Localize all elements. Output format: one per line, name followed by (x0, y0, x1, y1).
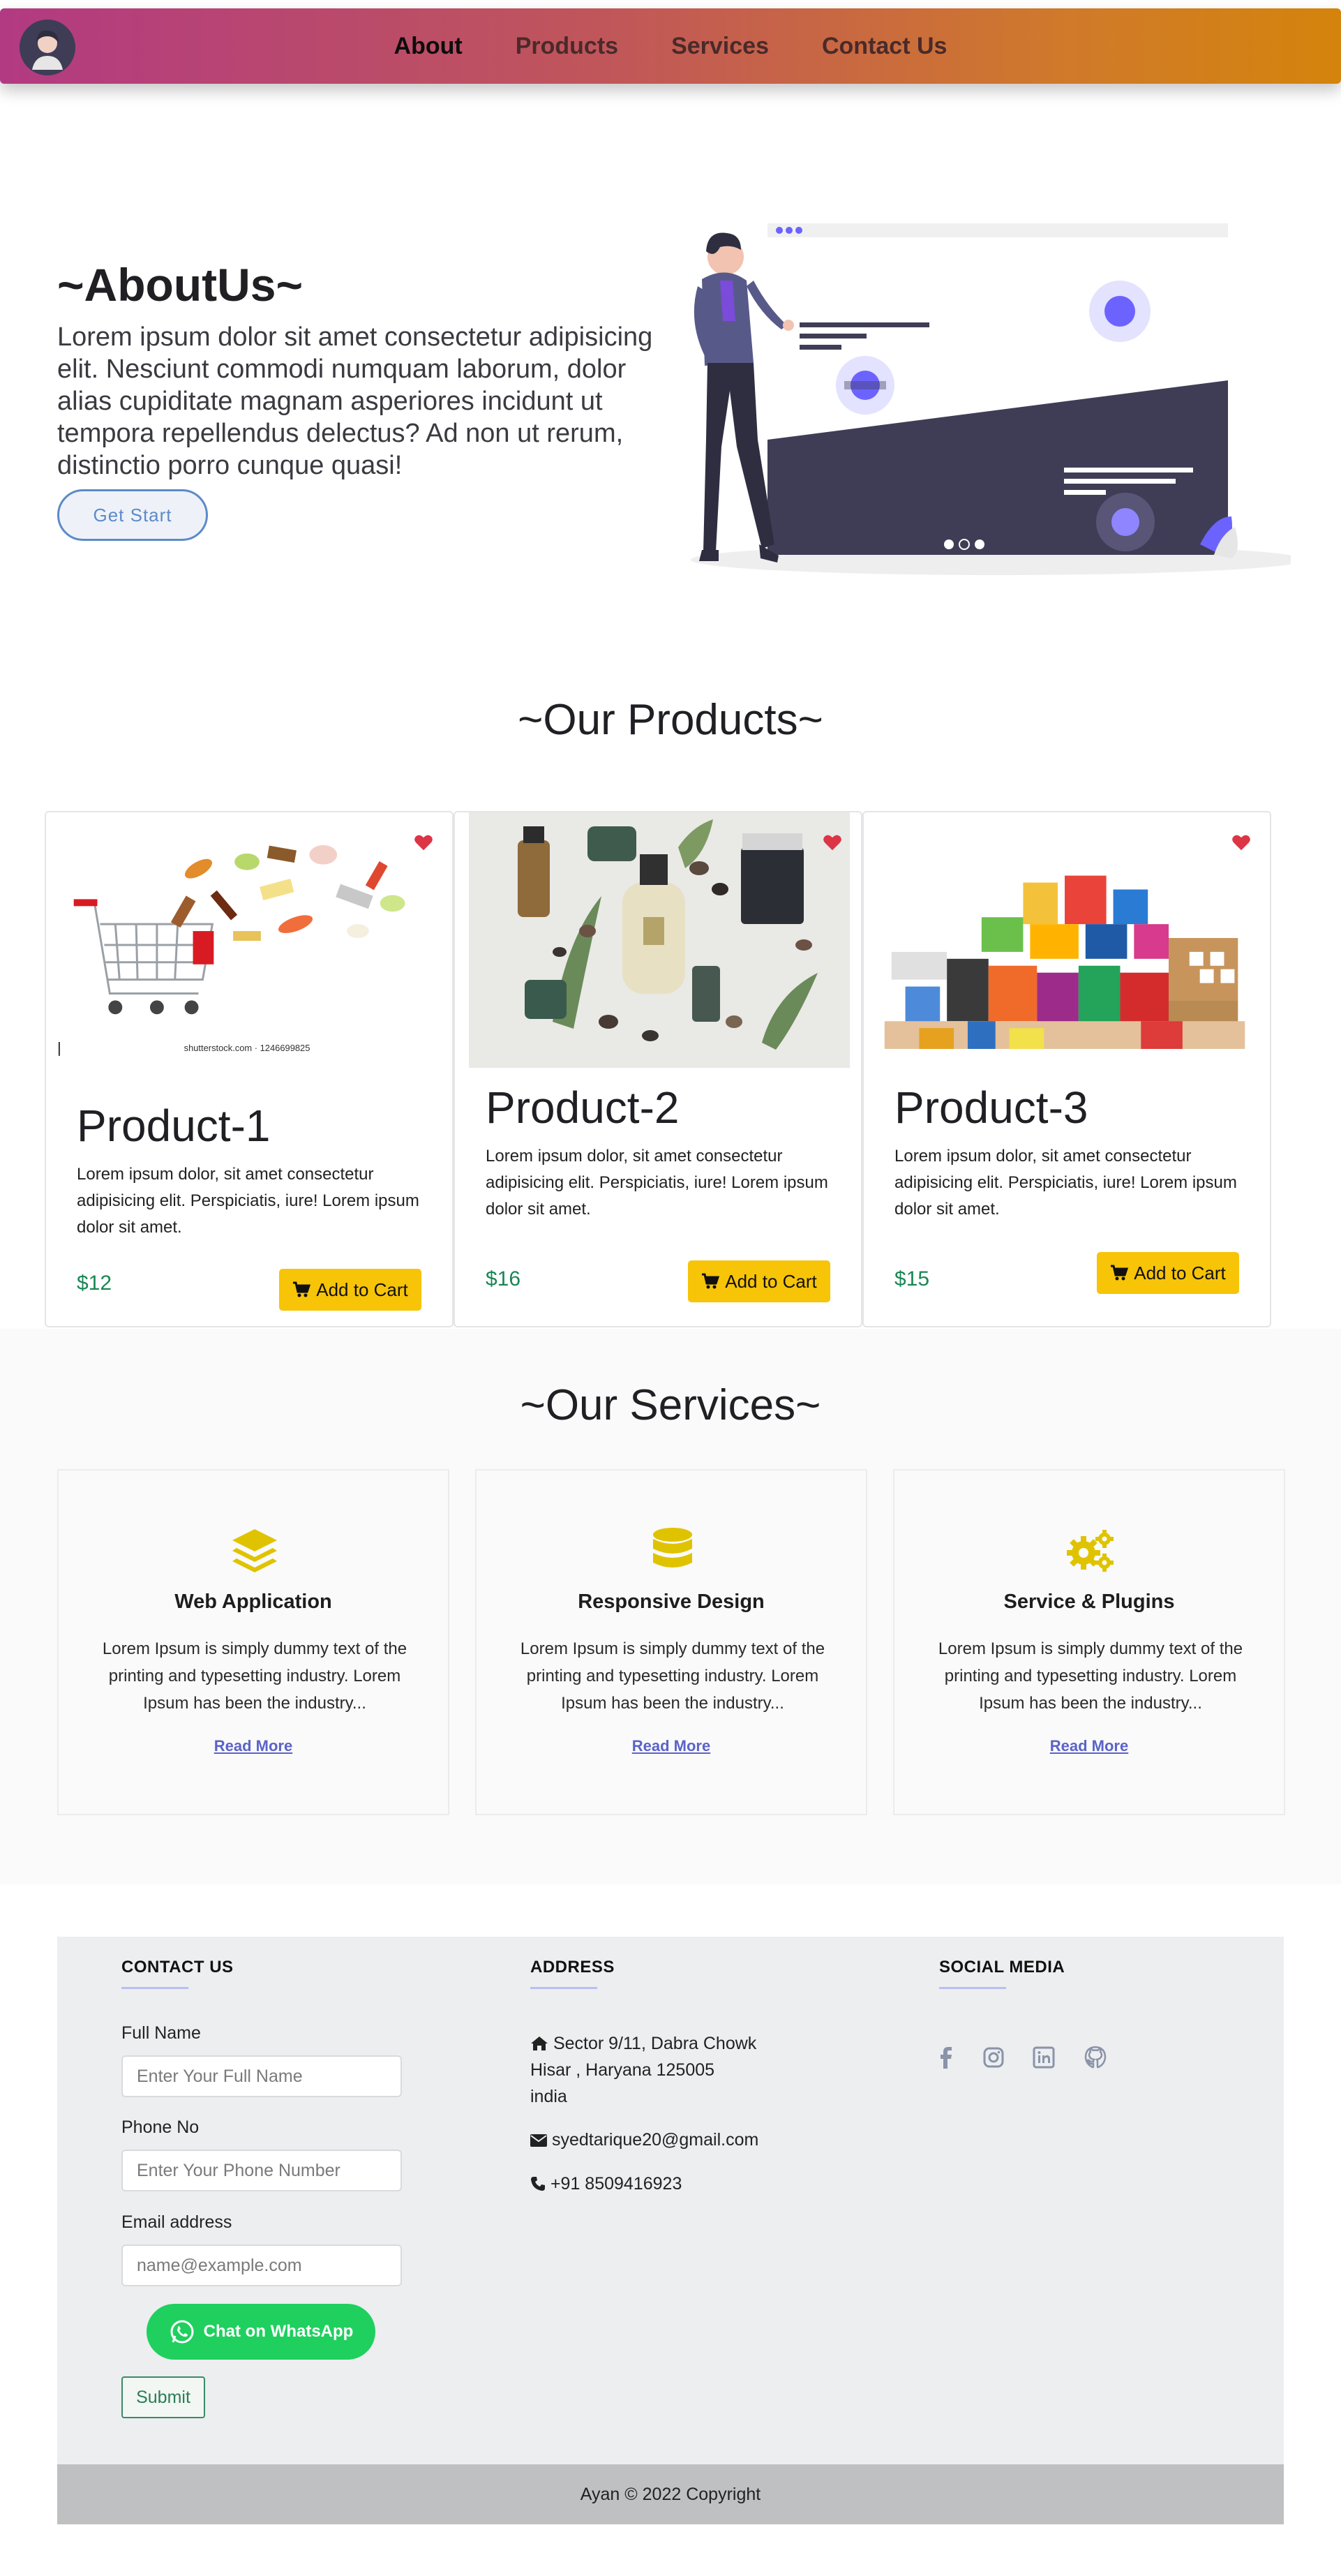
product-name: Product-1 (77, 1101, 271, 1151)
address-heading: ADDRESS (530, 1958, 615, 1976)
footer: CONTACT US ADDRESS SOCIAL MEDIA (57, 1937, 1284, 2464)
service-description: Lorem Ipsum is simply dummy text of the … (938, 1639, 1243, 1713)
github-icon[interactable] (1083, 2045, 1108, 2070)
full-name-input[interactable] (121, 2055, 402, 2097)
nav-about[interactable]: About (368, 33, 489, 60)
envelope-icon (530, 2134, 547, 2147)
gears-icon (1067, 1530, 1114, 1572)
nav-products[interactable]: Products (489, 33, 645, 60)
navbar: About Products Services Contact Us (0, 8, 1341, 84)
get-start-button[interactable]: Get Start (57, 489, 208, 541)
product-image-cart: shutterstock.com · 1246699825 (46, 813, 452, 1067)
email-text: syedtarique20@gmail.com (551, 2130, 759, 2150)
product-price: $12 (77, 1272, 112, 1295)
about-title: ~AboutUs~ (57, 259, 304, 311)
add-to-cart-label: Add to Cart (725, 1270, 817, 1292)
product-name: Product-3 (894, 1082, 1088, 1133)
phone-label: Phone No (121, 2117, 200, 2137)
services-title: ~Our Services~ (520, 1381, 821, 1429)
favorite-heart-icon[interactable] (822, 832, 843, 853)
product-price: $15 (894, 1267, 930, 1290)
cart-icon (293, 1281, 311, 1297)
nav-contact[interactable]: Contact Us (795, 33, 973, 60)
cart-icon (702, 1273, 720, 1289)
email-label: Email address (121, 2212, 232, 2232)
address-phone: +91 8509416923 (530, 2171, 682, 2197)
address-line-2: Hisar , Haryana 125005 (530, 2060, 715, 2080)
product-card-1: shutterstock.com · 1246699825 Product-1 … (45, 811, 454, 1327)
whatsapp-label: Chat on WhatsApp (203, 2322, 354, 2341)
service-title: Responsive Design (578, 1591, 765, 1613)
address-line-3: india (530, 2087, 567, 2106)
email-input[interactable] (121, 2244, 402, 2286)
about-illustration (691, 223, 1291, 575)
product-name: Product-2 (486, 1082, 680, 1133)
layers-icon (232, 1529, 277, 1572)
database-icon (653, 1528, 692, 1568)
product-description: Lorem ipsum dolor, sit amet consectetur … (77, 1165, 419, 1237)
add-to-cart-label: Add to Cart (1134, 1262, 1226, 1283)
service-title: Web Application (174, 1591, 332, 1613)
product-description: Lorem ipsum dolor, sit amet consectetur … (894, 1147, 1237, 1219)
image-watermark: shutterstock.com · 1246699825 (184, 1043, 310, 1053)
add-to-cart-button[interactable]: Add to Cart (688, 1260, 830, 1302)
submit-button[interactable]: Submit (121, 2376, 205, 2418)
favorite-heart-icon[interactable] (1231, 832, 1252, 853)
address-line-1: Sector 9/11, Dabra Chowk (553, 2034, 757, 2053)
address-heading-underline (530, 1987, 597, 1989)
phone-input[interactable] (121, 2150, 402, 2191)
contact-heading-underline (121, 1987, 188, 1989)
add-to-cart-label: Add to Cart (316, 1279, 408, 1300)
home-icon (531, 2037, 548, 2050)
phone-text: +91 8509416923 (550, 2174, 682, 2194)
facebook-icon[interactable] (934, 2045, 959, 2070)
read-more-link[interactable]: Read More (59, 1737, 448, 1755)
service-title: Service & Plugins (1003, 1591, 1175, 1613)
whatsapp-chat-button[interactable]: Chat on WhatsApp (147, 2304, 375, 2360)
instagram-icon[interactable] (981, 2045, 1006, 2070)
read-more-link[interactable]: Read More (477, 1737, 866, 1755)
social-heading: SOCIAL MEDIA (939, 1958, 1065, 1976)
product-price: $16 (486, 1267, 521, 1290)
social-heading-underline (939, 1987, 1006, 1989)
nav-links: About Products Services Contact Us (0, 8, 1341, 84)
service-description: Lorem Ipsum is simply dummy text of the … (102, 1639, 407, 1713)
favorite-heart-icon[interactable] (413, 832, 434, 853)
add-to-cart-button[interactable]: Add to Cart (1097, 1252, 1239, 1294)
product-card-3: Product-3 Lorem ipsum dolor, sit amet co… (862, 811, 1271, 1327)
service-card-3: Service & Plugins Lorem Ipsum is simply … (893, 1469, 1285, 1815)
address-email: syedtarique20@gmail.com (530, 2127, 758, 2153)
product-description: Lorem ipsum dolor, sit amet consectetur … (486, 1147, 828, 1219)
service-description: Lorem Ipsum is simply dummy text of the … (520, 1639, 825, 1713)
copyright-bar: Ayan © 2022 Copyright (57, 2464, 1284, 2524)
product-image-groceries (864, 813, 1270, 1067)
service-card-1: Web Application Lorem Ipsum is simply du… (57, 1469, 449, 1815)
linkedin-icon[interactable] (1031, 2045, 1056, 2070)
cart-icon (1111, 1265, 1129, 1281)
nav-services[interactable]: Services (645, 33, 795, 60)
phone-icon (531, 2177, 545, 2191)
read-more-link[interactable]: Read More (894, 1737, 1284, 1755)
contact-heading: CONTACT US (121, 1958, 234, 1976)
products-title: ~Our Products~ (518, 696, 823, 744)
product-image-cosmetics (469, 812, 850, 1068)
full-name-label: Full Name (121, 2023, 201, 2043)
about-text: Lorem ipsum dolor sit amet consectetur a… (57, 322, 653, 480)
product-card-2: Product-2 Lorem ipsum dolor, sit amet co… (454, 811, 862, 1327)
whatsapp-icon (170, 2320, 194, 2344)
add-to-cart-button[interactable]: Add to Cart (279, 1269, 421, 1311)
service-card-2: Responsive Design Lorem Ipsum is simply … (475, 1469, 867, 1815)
address-block: Sector 9/11, Dabra Chowk (530, 2030, 756, 2057)
